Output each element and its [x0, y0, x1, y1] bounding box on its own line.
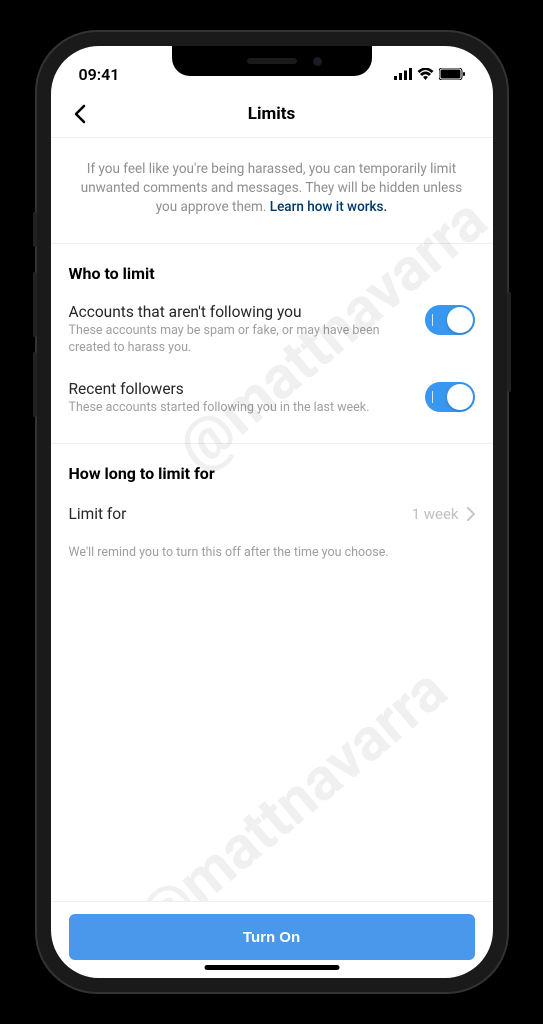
chevron-left-icon — [73, 104, 87, 124]
option-subtitle: These accounts may be spam or fake, or m… — [69, 323, 413, 357]
limit-for-label: Limit for — [69, 505, 412, 523]
section-who-to-limit: Who to limit — [51, 244, 493, 297]
screen: 09:41 Limits @mattnavarra @mattnavarra I… — [51, 46, 493, 978]
watermark: @mattnavarra — [122, 654, 459, 901]
cellular-icon — [394, 68, 412, 80]
option-recent-followers: Recent followers These accounts started … — [51, 374, 493, 435]
option-subtitle: These accounts started following you in … — [69, 400, 413, 417]
notch — [172, 46, 372, 76]
toggle-recent-followers[interactable] — [425, 382, 475, 412]
intro-text: If you feel like you're being harassed, … — [51, 138, 493, 244]
toggle-not-following[interactable] — [425, 305, 475, 335]
status-icons — [394, 68, 465, 80]
learn-more-link[interactable]: Learn how it works. — [270, 199, 387, 215]
duration-note: We'll remind you to turn this off after … — [51, 539, 493, 578]
limit-for-value: 1 week — [412, 505, 459, 523]
page-title: Limits — [51, 104, 493, 124]
status-time: 09:41 — [79, 65, 120, 84]
section-how-long: How long to limit for — [51, 444, 493, 497]
option-not-following: Accounts that aren't following you These… — [51, 297, 493, 375]
option-title: Recent followers — [69, 380, 413, 398]
phone-frame: 09:41 Limits @mattnavarra @mattnavarra I… — [37, 32, 507, 992]
limit-duration-row[interactable]: Limit for 1 week — [51, 497, 493, 539]
content-area: @mattnavarra @mattnavarra If you feel li… — [51, 138, 493, 901]
battery-icon — [439, 68, 465, 80]
home-indicator[interactable] — [204, 965, 339, 970]
back-button[interactable] — [65, 99, 95, 129]
option-title: Accounts that aren't following you — [69, 303, 413, 321]
turn-on-button[interactable]: Turn On — [69, 914, 475, 960]
chevron-right-icon — [467, 507, 475, 521]
wifi-icon — [417, 68, 434, 80]
nav-header: Limits — [51, 90, 493, 138]
